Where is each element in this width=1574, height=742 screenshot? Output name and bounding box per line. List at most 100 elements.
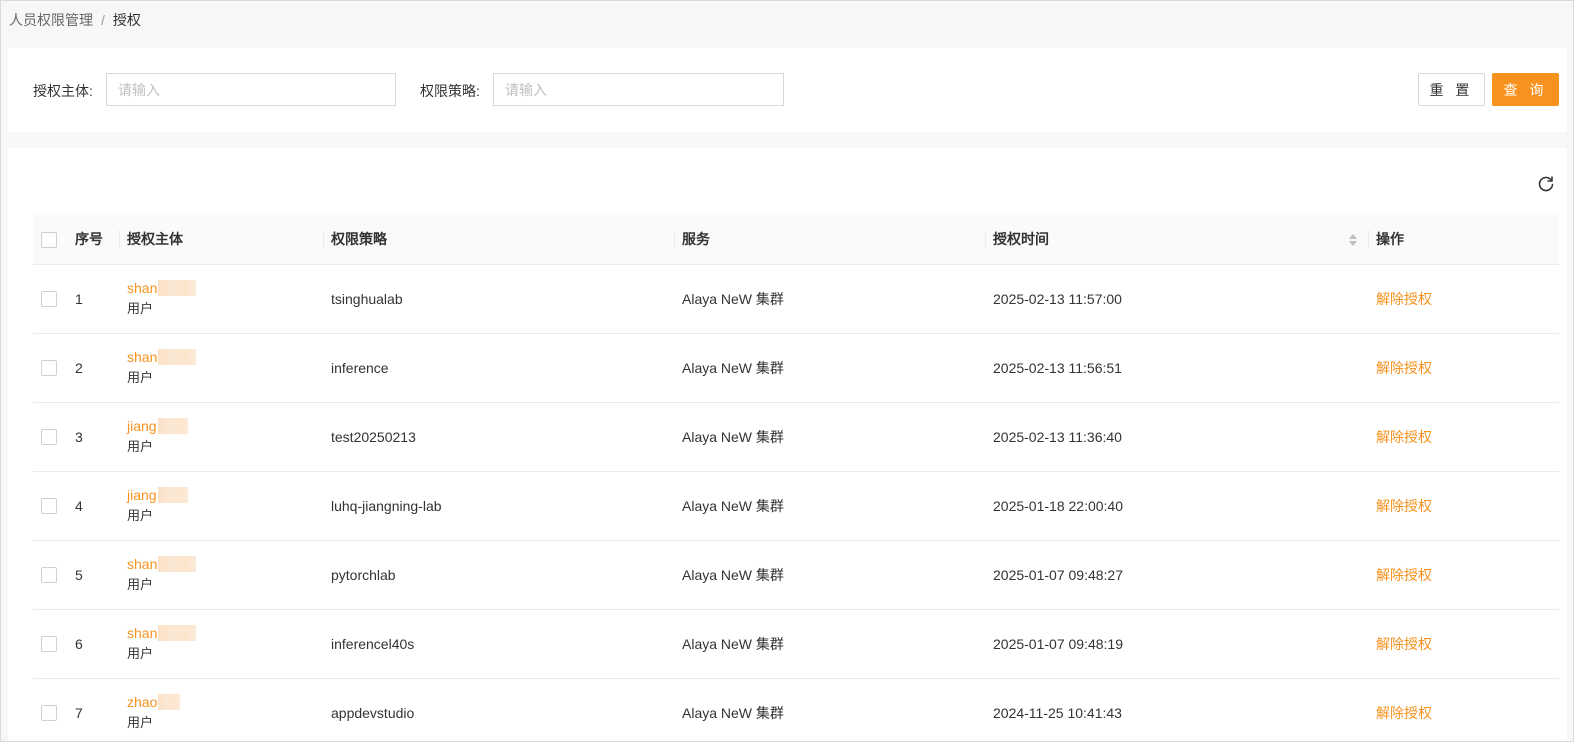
subject-link[interactable]: zhao [127,693,323,711]
authorization-table: 序号 授权主体 权限策略 服务 授权时间 操作 1 shan 用户 tsingh… [33,215,1559,741]
row-select-cell [33,471,67,540]
redacted-mask [158,694,181,710]
column-header-policy: 权限策略 [323,215,674,265]
select-all-checkbox[interactable] [41,231,57,248]
row-time: 2025-01-07 09:48:27 [993,566,1123,583]
redacted-mask [158,556,197,572]
filter-panel: 授权主体: 权限策略: 重 置 查 询 [8,48,1567,132]
subject-name: jiang [127,418,157,434]
table-header-row: 序号 授权主体 权限策略 服务 授权时间 操作 [33,215,1559,265]
row-service: Alaya NeW 集群 [682,359,784,376]
subject-name: jiang [127,487,157,503]
row-subject-cell: jiang 用户 [119,402,323,471]
policy-filter-label: 权限策略: [420,83,480,99]
column-header-service: 服务 [674,215,985,265]
row-service: Alaya NeW 集群 [682,635,784,652]
row-index: 6 [75,635,83,652]
subject-type: 用户 [127,370,154,385]
subject-name: shan [127,556,158,572]
table-row: 5 shan 用户 pytorchlab Alaya NeW 集群 2025-0… [33,540,1559,609]
subject-link[interactable]: jiang [127,486,323,504]
row-index: 3 [75,428,83,445]
row-service: Alaya NeW 集群 [682,290,784,307]
row-checkbox[interactable] [41,705,57,722]
table-panel: 序号 授权主体 权限策略 服务 授权时间 操作 1 shan 用户 tsingh… [8,148,1567,741]
row-action-cell: 解除授权 [1368,471,1559,540]
refresh-icon[interactable] [1536,174,1556,194]
row-policy: luhq-jiangning-lab [331,497,442,514]
row-subject-cell: shan 用户 [119,264,323,333]
select-all-cell [33,215,67,265]
subject-link[interactable]: shan [127,279,323,297]
row-select-cell [33,540,67,609]
revoke-button[interactable]: 解除授权 [1376,705,1432,721]
row-checkbox[interactable] [41,429,57,446]
revoke-button[interactable]: 解除授权 [1376,360,1432,376]
subject-name: shan [127,349,158,365]
revoke-button[interactable]: 解除授权 [1376,498,1432,514]
row-checkbox[interactable] [41,567,57,584]
subject-type: 用户 [127,301,154,316]
row-checkbox[interactable] [41,291,57,308]
row-checkbox[interactable] [41,636,57,653]
row-service: Alaya NeW 集群 [682,428,784,445]
row-policy: inferencel40s [331,635,415,652]
row-policy: appdevstudio [331,704,415,721]
subject-link[interactable]: shan [127,624,323,642]
redacted-mask [157,487,188,503]
subject-type: 用户 [127,646,154,661]
row-index: 5 [75,566,83,583]
row-checkbox[interactable] [41,360,57,377]
app-frame: 人员权限管理 / 授权 授权主体: 权限策略: 重 置 查 询 序号 授权主体 [0,0,1574,742]
row-action-cell: 解除授权 [1368,678,1559,741]
column-header-index: 序号 [67,215,119,265]
row-subject-cell: zhao 用户 [119,678,323,741]
row-select-cell [33,402,67,471]
row-select-cell [33,264,67,333]
row-policy: pytorchlab [331,566,396,583]
subject-filter-input[interactable] [106,73,396,106]
breadcrumb-separator: / [101,12,105,28]
row-subject-cell: jiang 用户 [119,471,323,540]
subject-link[interactable]: shan [127,555,323,573]
revoke-button[interactable]: 解除授权 [1376,567,1432,583]
revoke-button[interactable]: 解除授权 [1376,636,1432,652]
subject-name: zhao [127,694,158,710]
subject-name: shan [127,625,158,641]
row-policy: tsinghualab [331,290,403,307]
row-action-cell: 解除授权 [1368,264,1559,333]
breadcrumb-parent[interactable]: 人员权限管理 [9,10,93,30]
row-select-cell [33,609,67,678]
policy-filter-input[interactable] [493,73,784,106]
row-action-cell: 解除授权 [1368,402,1559,471]
table-row: 1 shan 用户 tsinghualab Alaya NeW 集群 2025-… [33,264,1559,333]
column-header-action: 操作 [1368,215,1559,265]
subject-link[interactable]: jiang [127,417,323,435]
reset-button[interactable]: 重 置 [1418,73,1485,106]
row-action-cell: 解除授权 [1368,609,1559,678]
column-header-subject: 授权主体 [119,215,323,265]
breadcrumb-current: 授权 [112,12,141,28]
row-select-cell [33,678,67,741]
subject-filter-label: 授权主体: [33,83,93,99]
row-subject-cell: shan 用户 [119,609,323,678]
subject-link[interactable]: shan [127,348,323,366]
row-service: Alaya NeW 集群 [682,704,784,721]
revoke-button[interactable]: 解除授权 [1376,291,1432,307]
row-index: 7 [75,704,83,721]
row-policy: test20250213 [331,428,416,445]
row-time: 2024-11-25 10:41:43 [993,704,1122,721]
table-row: 4 jiang 用户 luhq-jiangning-lab Alaya NeW … [33,471,1559,540]
row-index: 1 [75,290,83,307]
row-subject-cell: shan 用户 [119,540,323,609]
query-button[interactable]: 查 询 [1492,73,1559,106]
row-checkbox[interactable] [41,498,57,515]
sort-icon[interactable] [1348,231,1358,249]
column-header-time[interactable]: 授权时间 [985,215,1368,265]
row-service: Alaya NeW 集群 [682,566,784,583]
redacted-mask [158,349,197,365]
subject-type: 用户 [127,508,154,523]
revoke-button[interactable]: 解除授权 [1376,429,1432,445]
subject-name: shan [127,280,158,296]
row-index: 4 [75,497,83,514]
